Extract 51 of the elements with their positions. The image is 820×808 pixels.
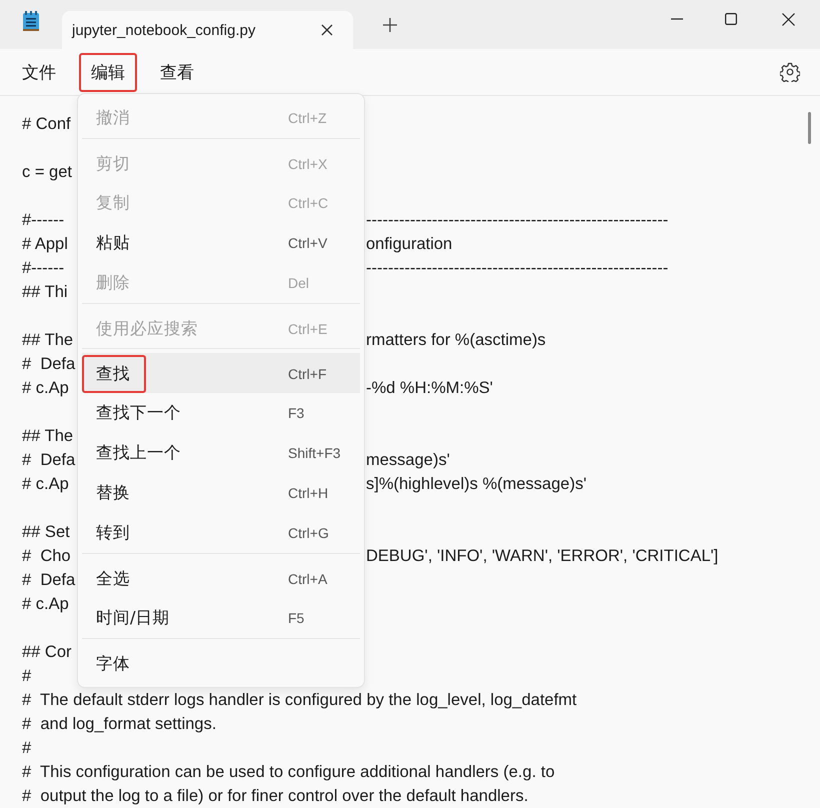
- close-icon[interactable]: [321, 24, 333, 36]
- menu-item[interactable]: 查看: [148, 52, 206, 92]
- code-line: #------: [22, 258, 64, 278]
- menu-item[interactable]: 替换 Ctrl+H: [82, 473, 360, 513]
- code-line: message)s': [366, 450, 450, 470]
- file-tab[interactable]: jupyter_notebook_config.py: [62, 11, 353, 50]
- menu-item[interactable]: 查找 Ctrl+F: [82, 348, 360, 393]
- code-line: # Conf: [22, 114, 71, 134]
- code-line: # The default stderr logs handler is configured by the log_level, log_datefmt: [22, 690, 577, 710]
- code-line: #------: [22, 210, 64, 230]
- code-line: # and log_format settings.: [22, 714, 216, 734]
- code-line: #: [22, 738, 32, 758]
- code-line: -------------------------------------------------------: [366, 258, 668, 278]
- code-line: ## The: [22, 426, 74, 446]
- notepad-icon: [22, 10, 40, 32]
- settings-icon[interactable]: [780, 62, 800, 82]
- menu-item[interactable]: 文件: [10, 52, 68, 92]
- code-line: # Appl: [22, 234, 68, 254]
- code-line: rmatters for %(asctime)s: [366, 330, 546, 350]
- menu-item[interactable]: 转到 Ctrl+G: [82, 513, 360, 553]
- code-line: # Defa: [22, 354, 76, 374]
- code-line: -%d %H:%M:%S': [366, 378, 493, 398]
- code-line: # This configuration can be used to configure additional handlers (e.g. to: [22, 762, 555, 782]
- plus-icon[interactable]: [383, 18, 397, 32]
- code-line: onfiguration: [366, 234, 452, 254]
- code-line: s]%(highlevel)s %(message)s': [366, 474, 586, 494]
- code-line: # output the log to a file) or for finer control over the default handlers.: [22, 786, 528, 806]
- code-line: # Defa: [22, 450, 76, 470]
- menu-item[interactable]: 时间/日期 F5: [82, 598, 360, 638]
- code-line: # c.Ap: [22, 474, 69, 494]
- code-line: # c.Ap: [22, 594, 69, 614]
- code-line: DEBUG', 'INFO', 'WARN', 'ERROR', 'CRITICAL']: [366, 546, 718, 566]
- code-line: ## Set: [22, 522, 70, 542]
- code-line: #: [22, 666, 32, 686]
- code-line: -------------------------------------------------------: [366, 210, 668, 230]
- code-line: # c.Ap: [22, 378, 69, 398]
- code-line: # Defa: [22, 570, 76, 590]
- menu-item[interactable]: 全选 Ctrl+A: [82, 553, 360, 598]
- menu-item[interactable]: 查找上一个 Shift+F3: [82, 433, 360, 473]
- scrollbar-thumb[interactable]: [808, 112, 811, 144]
- code-line: ## Cor: [22, 642, 72, 662]
- code-line: ## Thi: [22, 282, 68, 302]
- menu-item[interactable]: 编辑: [79, 52, 137, 92]
- code-line: ## The: [22, 330, 74, 350]
- close-icon[interactable]: [782, 13, 795, 26]
- menu-item[interactable]: 粘贴 Ctrl+V: [82, 223, 360, 263]
- code-line: c = get: [22, 162, 72, 182]
- menu-item[interactable]: 查找下一个 F3: [82, 393, 360, 433]
- menu-item[interactable]: 字体: [82, 638, 360, 683]
- code-line: # Cho: [22, 546, 71, 566]
- maximize-icon[interactable]: [725, 13, 737, 25]
